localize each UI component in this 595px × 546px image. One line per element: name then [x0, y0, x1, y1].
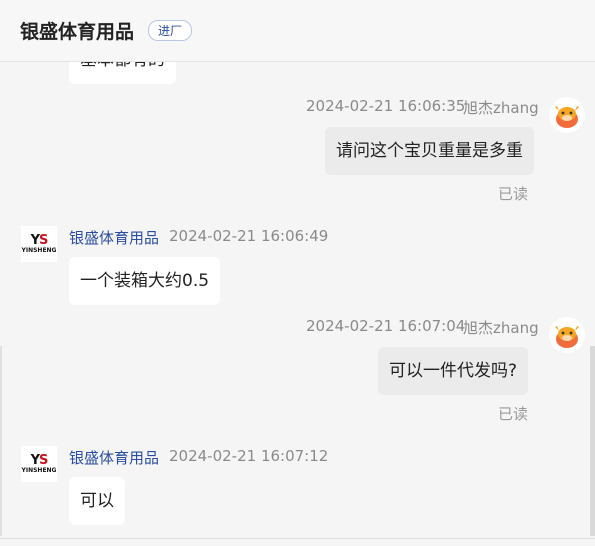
shop-title[interactable]: 银盛体育用品 — [20, 17, 134, 44]
read-status: 已读 — [498, 405, 529, 423]
cartoon-cow-avatar-icon[interactable] — [549, 97, 585, 133]
logo-letter-s: S — [39, 452, 48, 468]
chat-header: 银盛体育用品 进厂 — [0, 0, 595, 62]
ys-logo-icon[interactable]: YS YINSHENG — [21, 446, 57, 482]
message-text: 可以一件代发吗? — [389, 361, 518, 381]
message-bubble-incoming: 基本都有的 — [69, 62, 176, 84]
message-text: 请问这个宝贝重量是多重 — [336, 141, 523, 161]
message-list[interactable]: 基本都有的 2024-02-21 16:06:35 旭杰zhang 请问这个宝贝… — [0, 62, 595, 540]
message-time: 2024-02-21 16:06:35 — [306, 97, 466, 115]
logo-letter-s: S — [39, 232, 48, 248]
read-status: 已读 — [498, 185, 529, 203]
message-text: 可以 — [80, 491, 114, 511]
logo-letter-y: Y — [30, 452, 40, 468]
logo-subtext: YINSHENG — [21, 466, 57, 474]
message-bubble-incoming: 一个装箱大约0.5 — [69, 257, 221, 305]
message-time: 2024-02-21 16:07:12 — [169, 447, 329, 465]
message-text: 一个装箱大约0.5 — [80, 271, 210, 291]
sender-name: 旭杰zhang — [463, 319, 539, 337]
sender-name[interactable]: 银盛体育用品 — [69, 447, 159, 468]
message-bubble-outgoing: 请问这个宝贝重量是多重 — [325, 127, 534, 175]
sender-name[interactable]: 银盛体育用品 — [69, 227, 159, 248]
scrollbar[interactable] — [590, 346, 595, 536]
shop-tag-badge[interactable]: 进厂 — [148, 20, 193, 41]
cartoon-cow-avatar-icon[interactable] — [549, 317, 585, 353]
divider — [0, 538, 595, 539]
message-bubble-incoming: 可以 — [69, 477, 125, 525]
ys-logo-icon[interactable]: YS YINSHENG — [21, 226, 57, 262]
logo-letter-y: Y — [30, 232, 40, 248]
message-text: 基本都有的 — [80, 62, 165, 70]
sender-name: 旭杰zhang — [463, 99, 539, 117]
panel-edge — [0, 346, 2, 536]
logo-subtext: YINSHENG — [21, 246, 57, 254]
message-time: 2024-02-21 16:07:04 — [306, 317, 466, 335]
message-bubble-outgoing: 可以一件代发吗? — [378, 347, 529, 395]
message-time: 2024-02-21 16:06:49 — [169, 227, 329, 245]
